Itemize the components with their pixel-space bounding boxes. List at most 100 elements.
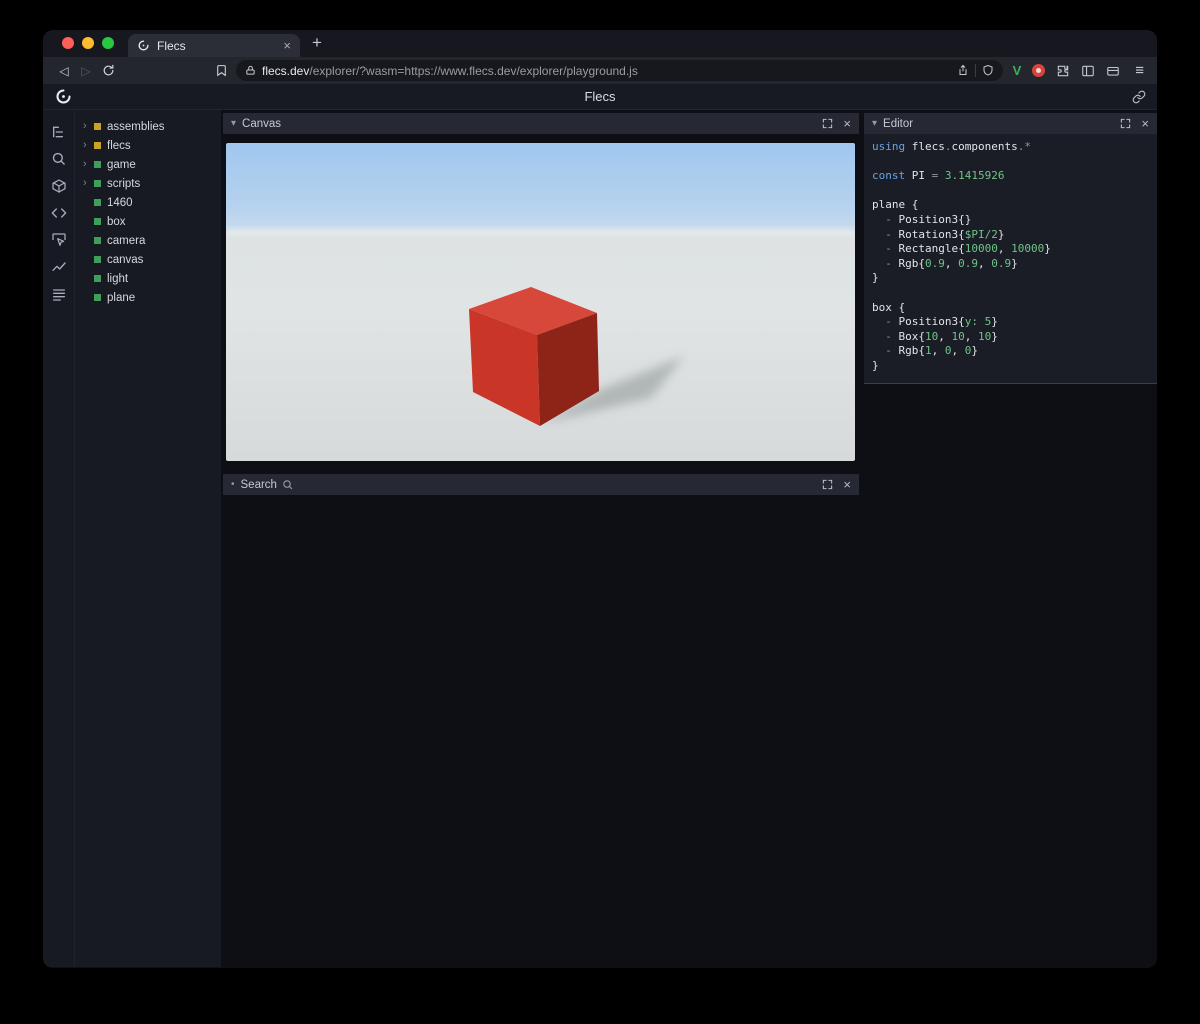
- extensions-puzzle-button[interactable]: [1056, 64, 1070, 78]
- canvas-panel-title: Canvas: [242, 118, 281, 130]
- puzzle-icon: [1056, 64, 1070, 78]
- entity-tree-button[interactable]: [47, 120, 71, 143]
- tree-item-box[interactable]: box: [75, 212, 221, 231]
- search-glyph: [282, 479, 293, 490]
- search-icon: [282, 479, 293, 490]
- code-icon: [51, 205, 67, 221]
- canvas-close-button[interactable]: ×: [843, 117, 851, 130]
- code-line: }: [872, 359, 1149, 374]
- entity-color-swatch: [94, 294, 101, 301]
- forward-button[interactable]: ▷: [75, 64, 97, 78]
- browser-menu-button[interactable]: ≡: [1135, 62, 1143, 79]
- code-line: [872, 184, 1149, 199]
- sky: [226, 143, 855, 236]
- code-line: plane {: [872, 198, 1149, 213]
- share-icon: [957, 64, 969, 77]
- zoom-window-button[interactable]: [102, 37, 114, 49]
- back-button[interactable]: ◁: [53, 64, 75, 78]
- expand-chevron-icon[interactable]: ›: [83, 140, 92, 151]
- entity-color-swatch: [94, 275, 101, 282]
- inspect-button[interactable]: [47, 228, 71, 251]
- code-line: [872, 286, 1149, 301]
- search-panel-header: • Search ×: [223, 474, 859, 495]
- tree-item-canvas[interactable]: canvas: [75, 250, 221, 269]
- shield-icon: [982, 64, 994, 77]
- tree-item-game[interactable]: ›game: [75, 155, 221, 174]
- search-fullscreen-button[interactable]: [822, 479, 833, 490]
- app-header: Flecs: [43, 84, 1157, 110]
- tree-item-label: scripts: [107, 178, 140, 190]
- url-domain: flecs.dev: [262, 64, 309, 78]
- code-line: - Rgb{1, 0, 0}: [872, 344, 1149, 359]
- expand-chevron-icon[interactable]: ›: [83, 178, 92, 189]
- share-button[interactable]: [957, 64, 969, 77]
- extension-red-icon[interactable]: [1032, 64, 1045, 77]
- wallet-icon: [1106, 64, 1120, 78]
- bookmark-button[interactable]: [215, 64, 228, 77]
- wallet-button[interactable]: [1106, 64, 1120, 78]
- code-editor[interactable]: using flecs.components.* const PI = 3.14…: [864, 134, 1157, 384]
- line-chart-icon: [51, 259, 67, 275]
- editor-close-button[interactable]: ×: [1141, 117, 1149, 130]
- fullscreen-icon: [822, 479, 833, 490]
- browser-window: Flecs × + ◁ ▷ flecs.dev/explorer/?wasm=h…: [43, 30, 1157, 968]
- address-bar[interactable]: flecs.dev/explorer/?wasm=https://www.fle…: [236, 60, 1003, 81]
- tree-item-label: box: [107, 216, 126, 228]
- tables-button[interactable]: [47, 282, 71, 305]
- query-search-button[interactable]: [47, 147, 71, 170]
- tree-item-camera[interactable]: camera: [75, 231, 221, 250]
- minimize-window-button[interactable]: [82, 37, 94, 49]
- tree-item-light[interactable]: light: [75, 269, 221, 288]
- fullscreen-icon: [822, 118, 833, 129]
- stats-button[interactable]: [47, 255, 71, 278]
- tab-close-icon[interactable]: ×: [283, 39, 291, 52]
- tree-item-scripts[interactable]: › scripts: [75, 174, 221, 193]
- chevron-down-icon[interactable]: ▾: [872, 119, 877, 129]
- tree-item-assemblies[interactable]: ›assemblies: [75, 117, 221, 136]
- code-line: - Rectangle{10000, 10000}: [872, 242, 1149, 257]
- sidebar-toggle-button[interactable]: [1081, 64, 1095, 78]
- editor-fullscreen-button[interactable]: [1120, 118, 1131, 129]
- tab-flecs[interactable]: Flecs ×: [128, 34, 300, 57]
- expand-chevron-icon[interactable]: ›: [83, 159, 92, 170]
- tab-strip: Flecs × +: [43, 30, 1157, 57]
- entities-button[interactable]: [47, 174, 71, 197]
- expand-chevron-icon[interactable]: ›: [83, 121, 92, 132]
- brave-shield-button[interactable]: [982, 64, 994, 77]
- lock-icon: [245, 65, 256, 76]
- chevron-down-icon[interactable]: ▾: [231, 119, 236, 129]
- tree-item-plane[interactable]: plane: [75, 288, 221, 307]
- divider: [975, 64, 976, 77]
- entity-color-swatch: [94, 161, 101, 168]
- tree-item-1460[interactable]: 1460: [75, 193, 221, 212]
- sidebar-panel-icon: [1081, 64, 1095, 78]
- browser-toolbar: ◁ ▷ flecs.dev/explorer/?wasm=https://www…: [43, 57, 1157, 84]
- page-title: Flecs: [43, 89, 1157, 104]
- tab-favicon: [137, 39, 150, 52]
- search-icon: [51, 151, 66, 166]
- close-window-button[interactable]: [62, 37, 74, 49]
- code-line: box {: [872, 301, 1149, 316]
- tool-rail: [43, 110, 74, 967]
- script-editor-button[interactable]: [47, 201, 71, 224]
- reload-icon: [102, 64, 115, 77]
- tree-item-flecs[interactable]: › flecs: [75, 136, 221, 155]
- 3d-canvas-viewport[interactable]: [226, 143, 855, 461]
- reload-button[interactable]: [97, 64, 119, 77]
- bullet-icon[interactable]: •: [231, 480, 235, 490]
- extension-cluster: V ≡: [1013, 62, 1143, 79]
- extension-v-icon[interactable]: V: [1013, 63, 1022, 78]
- horizon-haze: [226, 227, 855, 237]
- fullscreen-icon: [1120, 118, 1131, 129]
- search-close-button[interactable]: ×: [843, 478, 851, 491]
- entity-color-swatch: [94, 180, 101, 187]
- tree-item-label: flecs: [107, 140, 131, 152]
- new-tab-button[interactable]: +: [312, 33, 322, 53]
- entity-color-swatch: [94, 237, 101, 244]
- code-line: [872, 155, 1149, 170]
- tree-list-icon: [51, 124, 67, 140]
- main-area: ›assemblies›flecs›game›scripts1460boxcam…: [43, 110, 1157, 967]
- canvas-fullscreen-button[interactable]: [822, 118, 833, 129]
- url-path: /explorer/?wasm=https://www.flecs.dev/ex…: [309, 64, 637, 78]
- share-link-button[interactable]: [1132, 90, 1146, 109]
